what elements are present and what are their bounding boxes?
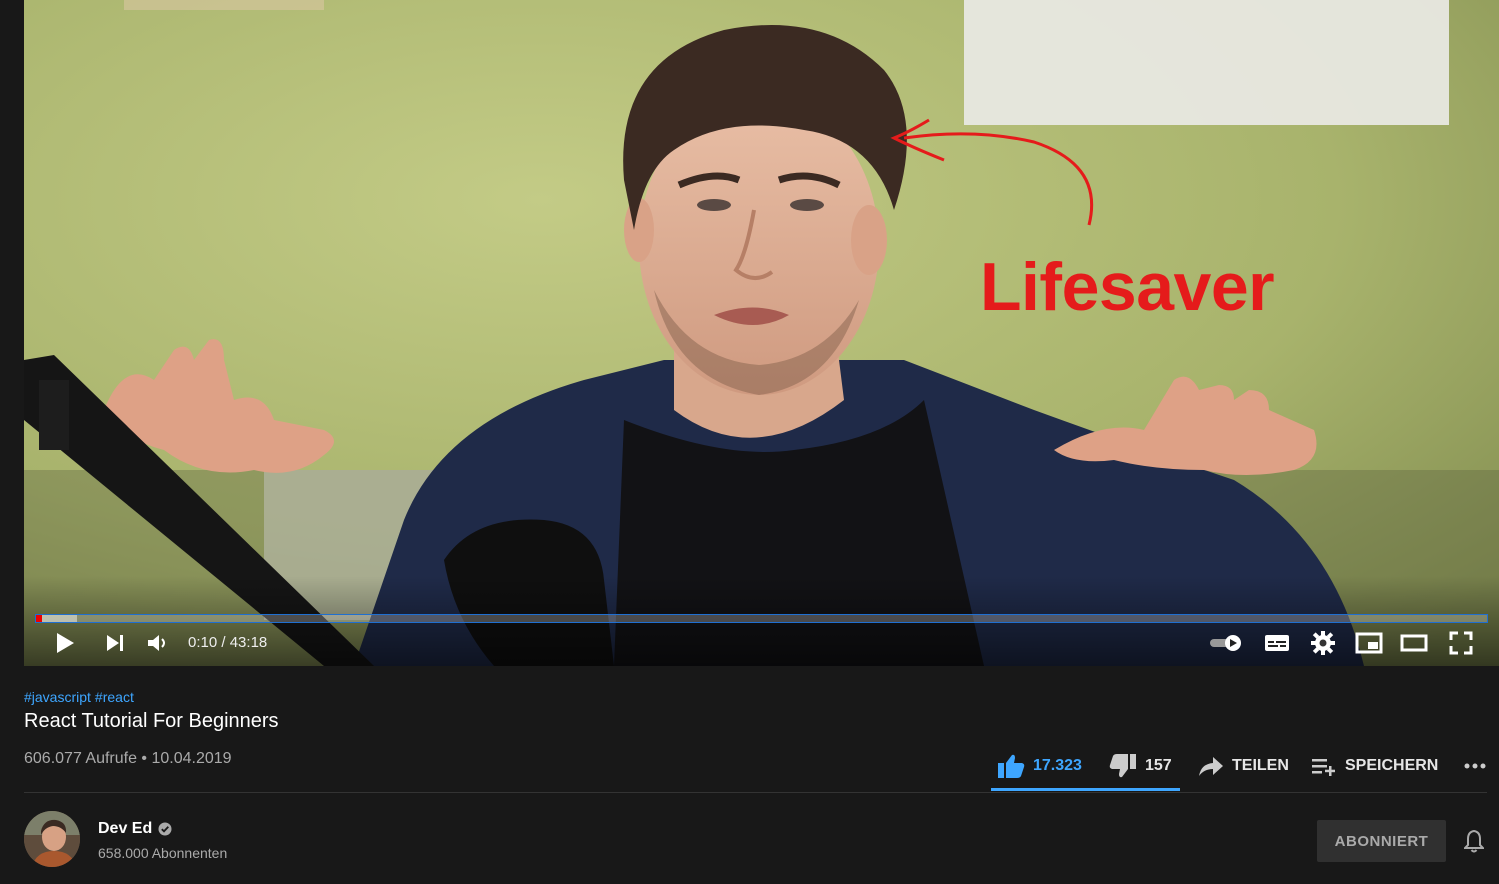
channel-name[interactable]: Dev Ed [98, 820, 152, 838]
theater-mode-button[interactable] [1399, 628, 1429, 658]
autoplay-toggle[interactable] [1208, 628, 1244, 658]
progress-buffered [36, 615, 77, 622]
video-meta: 606.077 Aufrufe • 10.04.2019 [24, 750, 232, 767]
avatar-image [24, 811, 80, 867]
subtitles-icon [1265, 635, 1289, 651]
hashtag-link[interactable]: #javascript [24, 689, 91, 705]
thumbs-down-icon [1109, 754, 1136, 778]
volume-icon [148, 635, 165, 651]
time-total: 43:18 [229, 634, 268, 651]
hashtags: #javascript #react [24, 689, 138, 705]
play-icon [57, 633, 74, 653]
settings-button[interactable] [1308, 628, 1338, 658]
more-icon [1464, 763, 1486, 769]
autoplay-toggle-icon [1210, 635, 1241, 651]
share-label: TEILEN [1232, 757, 1289, 774]
channel-avatar[interactable] [24, 811, 80, 867]
thumbs-up-icon [998, 754, 1025, 778]
save-label: SPEICHERN [1345, 757, 1439, 774]
next-icon [107, 635, 123, 651]
save-button[interactable]: SPEICHERN [1311, 748, 1438, 784]
channel-name-row: Dev Ed [98, 820, 172, 838]
divider [24, 792, 1487, 793]
next-button[interactable] [100, 628, 130, 658]
settings-icon [1311, 631, 1335, 655]
progress-played [36, 615, 42, 622]
subtitles-button[interactable] [1262, 628, 1292, 658]
video-title: React Tutorial For Beginners [24, 710, 279, 732]
playlist-add-icon [1312, 759, 1335, 776]
fullscreen-icon [1449, 631, 1473, 655]
notification-bell-button[interactable] [1462, 829, 1486, 858]
video-frame [24, 0, 1499, 666]
theater-mode-icon [1400, 634, 1428, 652]
subscribe-button[interactable]: ABONNIERT [1317, 820, 1446, 862]
like-ratio-bar [991, 788, 1180, 791]
time-current: 0:10 [188, 634, 218, 651]
verified-icon [158, 822, 172, 836]
share-button[interactable]: TEILEN [1198, 748, 1289, 784]
time-separator: / [221, 634, 226, 651]
more-actions-button[interactable] [1463, 748, 1487, 784]
like-button[interactable]: 17.323 [997, 748, 1082, 784]
video-player[interactable]: Lifesaver 0:10 / 43:18 [24, 0, 1499, 666]
time-display: 0:10 / 43:18 [188, 634, 267, 651]
like-count: 17.323 [1033, 757, 1082, 774]
miniplayer-icon [1355, 632, 1383, 654]
fullscreen-button[interactable] [1446, 628, 1476, 658]
dislike-button[interactable]: 157 [1109, 748, 1172, 784]
progress-bar[interactable] [35, 614, 1488, 623]
dislike-count: 157 [1145, 757, 1172, 774]
bell-icon [1462, 829, 1486, 853]
miniplayer-button[interactable] [1354, 628, 1384, 658]
share-icon [1199, 757, 1223, 776]
hashtag-link[interactable]: #react [95, 689, 134, 705]
volume-button[interactable] [142, 628, 172, 658]
play-button[interactable] [50, 628, 80, 658]
subscriber-count: 658.000 Abonnenten [98, 845, 228, 861]
annotation-text: Lifesaver [980, 249, 1275, 325]
